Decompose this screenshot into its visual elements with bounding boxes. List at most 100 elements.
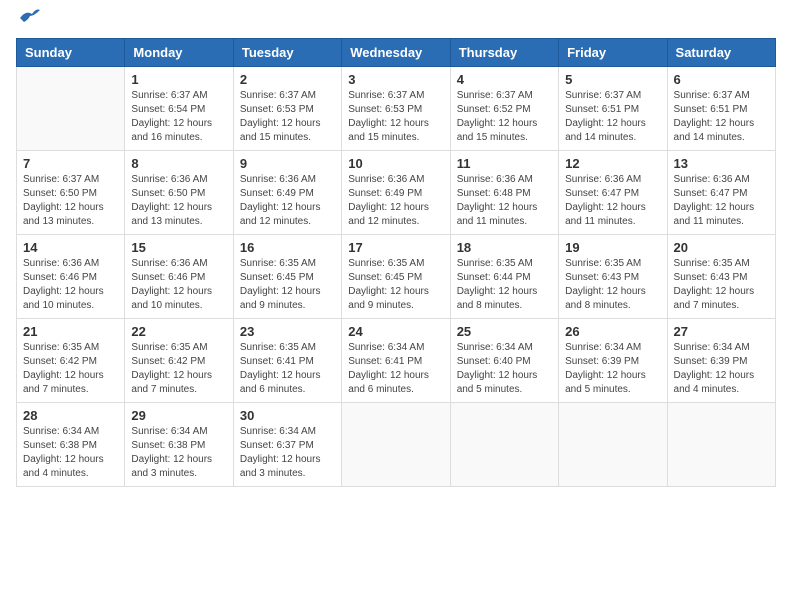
- calendar-cell: 9Sunrise: 6:36 AM Sunset: 6:49 PM Daylig…: [233, 151, 341, 235]
- calendar-week-row: 7 Sunrise: 6:37 AM Sunset: 6:50 PM Daylig…: [17, 151, 776, 235]
- day-info: Sunrise: 6:35 AM Sunset: 6:44 PM Dayligh…: [457, 257, 552, 313]
- logo-bird-icon: [18, 8, 40, 26]
- page-header: [16, 16, 776, 26]
- calendar-cell: 2Sunrise: 6:37 AM Sunset: 6:53 PM Daylig…: [233, 67, 341, 151]
- day-info: Sunrise: 6:36 AM Sunset: 6:48 PM Dayligh…: [457, 173, 552, 229]
- day-number: 19: [565, 240, 660, 255]
- day-number: 7: [23, 156, 118, 171]
- day-info: Sunrise: 6:37 AM Sunset: 6:53 PM Dayligh…: [240, 89, 335, 145]
- day-number: 6: [674, 72, 769, 87]
- day-number: 29: [131, 408, 226, 423]
- day-info: Sunrise: 6:35 AM Sunset: 6:45 PM Dayligh…: [348, 257, 443, 313]
- calendar-cell: 30 Sunrise: 6:34 AM Sunset: 6:37 PM Dayli…: [233, 403, 341, 487]
- day-number: 25: [457, 324, 552, 339]
- day-info: Sunrise: 6:34 AM Sunset: 6:38 PM Dayligh…: [131, 425, 226, 481]
- calendar-cell: 26 Sunrise: 6:34 AM Sunset: 6:39 PM Dayli…: [559, 319, 667, 403]
- calendar-header-row: SundayMondayTuesdayWednesdayThursdayFrid…: [17, 39, 776, 67]
- calendar-cell: 25Sunrise: 6:34 AM Sunset: 6:40 PM Dayli…: [450, 319, 558, 403]
- day-info: Sunrise: 6:34 AM Sunset: 6:38 PM Dayligh…: [23, 425, 118, 481]
- day-info: Sunrise: 6:35 AM Sunset: 6:42 PM Dayligh…: [131, 341, 226, 397]
- day-info: Sunrise: 6:34 AM Sunset: 6:37 PM Dayligh…: [240, 425, 335, 481]
- calendar-cell: [559, 403, 667, 487]
- calendar-cell: 19 Sunrise: 6:35 AM Sunset: 6:43 PM Dayli…: [559, 235, 667, 319]
- calendar-cell: 28 Sunrise: 6:34 AM Sunset: 6:38 PM Dayli…: [17, 403, 125, 487]
- calendar-cell: 20 Sunrise: 6:35 AM Sunset: 6:43 PM Dayli…: [667, 235, 775, 319]
- calendar-week-row: 14 Sunrise: 6:36 AM Sunset: 6:46 PM Dayli…: [17, 235, 776, 319]
- calendar-cell: [342, 403, 450, 487]
- day-number: 13: [674, 156, 769, 171]
- day-info: Sunrise: 6:35 AM Sunset: 6:43 PM Dayligh…: [674, 257, 769, 313]
- calendar-cell: [17, 67, 125, 151]
- day-number: 18: [457, 240, 552, 255]
- calendar-cell: 23 Sunrise: 6:35 AM Sunset: 6:41 PM Dayli…: [233, 319, 341, 403]
- day-info: Sunrise: 6:36 AM Sunset: 6:47 PM Dayligh…: [565, 173, 660, 229]
- day-number: 20: [674, 240, 769, 255]
- calendar-cell: 21 Sunrise: 6:35 AM Sunset: 6:42 PM Dayli…: [17, 319, 125, 403]
- calendar-cell: 1 Sunrise: 6:37 AM Sunset: 6:54 PM Daylig…: [125, 67, 233, 151]
- calendar-table: SundayMondayTuesdayWednesdayThursdayFrid…: [16, 38, 776, 487]
- calendar-header-saturday: Saturday: [667, 39, 775, 67]
- day-number: 14: [23, 240, 118, 255]
- day-info: Sunrise: 6:36 AM Sunset: 6:50 PM Dayligh…: [131, 173, 226, 229]
- day-number: 1: [131, 72, 226, 87]
- calendar-cell: 11 Sunrise: 6:36 AM Sunset: 6:48 PM Dayli…: [450, 151, 558, 235]
- calendar-cell: 15Sunrise: 6:36 AM Sunset: 6:46 PM Dayli…: [125, 235, 233, 319]
- day-info: Sunrise: 6:35 AM Sunset: 6:43 PM Dayligh…: [565, 257, 660, 313]
- calendar-cell: 14 Sunrise: 6:36 AM Sunset: 6:46 PM Dayli…: [17, 235, 125, 319]
- day-info: Sunrise: 6:37 AM Sunset: 6:52 PM Dayligh…: [457, 89, 552, 145]
- day-info: Sunrise: 6:37 AM Sunset: 6:51 PM Dayligh…: [565, 89, 660, 145]
- day-number: 21: [23, 324, 118, 339]
- calendar-cell: 29 Sunrise: 6:34 AM Sunset: 6:38 PM Dayli…: [125, 403, 233, 487]
- calendar-cell: 4 Sunrise: 6:37 AM Sunset: 6:52 PM Daylig…: [450, 67, 558, 151]
- day-number: 27: [674, 324, 769, 339]
- day-info: Sunrise: 6:37 AM Sunset: 6:54 PM Dayligh…: [131, 89, 226, 145]
- calendar-week-row: 1 Sunrise: 6:37 AM Sunset: 6:54 PM Daylig…: [17, 67, 776, 151]
- day-info: Sunrise: 6:37 AM Sunset: 6:50 PM Dayligh…: [23, 173, 118, 229]
- calendar-cell: 16Sunrise: 6:35 AM Sunset: 6:45 PM Dayli…: [233, 235, 341, 319]
- day-number: 28: [23, 408, 118, 423]
- calendar-header-thursday: Thursday: [450, 39, 558, 67]
- day-number: 8: [131, 156, 226, 171]
- calendar-cell: [667, 403, 775, 487]
- calendar-header-monday: Monday: [125, 39, 233, 67]
- calendar-cell: 17 Sunrise: 6:35 AM Sunset: 6:45 PM Dayli…: [342, 235, 450, 319]
- day-info: Sunrise: 6:36 AM Sunset: 6:47 PM Dayligh…: [674, 173, 769, 229]
- day-number: 10: [348, 156, 443, 171]
- day-number: 12: [565, 156, 660, 171]
- day-info: Sunrise: 6:36 AM Sunset: 6:46 PM Dayligh…: [23, 257, 118, 313]
- day-info: Sunrise: 6:36 AM Sunset: 6:49 PM Dayligh…: [240, 173, 335, 229]
- day-number: 5: [565, 72, 660, 87]
- day-number: 26: [565, 324, 660, 339]
- calendar-cell: 18 Sunrise: 6:35 AM Sunset: 6:44 PM Dayli…: [450, 235, 558, 319]
- calendar-cell: 12 Sunrise: 6:36 AM Sunset: 6:47 PM Dayli…: [559, 151, 667, 235]
- calendar-header-tuesday: Tuesday: [233, 39, 341, 67]
- calendar-header-wednesday: Wednesday: [342, 39, 450, 67]
- calendar-cell: [450, 403, 558, 487]
- calendar-week-row: 28 Sunrise: 6:34 AM Sunset: 6:38 PM Dayli…: [17, 403, 776, 487]
- day-number: 4: [457, 72, 552, 87]
- day-number: 3: [348, 72, 443, 87]
- day-number: 17: [348, 240, 443, 255]
- day-info: Sunrise: 6:35 AM Sunset: 6:42 PM Dayligh…: [23, 341, 118, 397]
- calendar-header-friday: Friday: [559, 39, 667, 67]
- day-info: Sunrise: 6:37 AM Sunset: 6:53 PM Dayligh…: [348, 89, 443, 145]
- day-info: Sunrise: 6:36 AM Sunset: 6:46 PM Dayligh…: [131, 257, 226, 313]
- calendar-cell: 27 Sunrise: 6:34 AM Sunset: 6:39 PM Dayli…: [667, 319, 775, 403]
- day-info: Sunrise: 6:36 AM Sunset: 6:49 PM Dayligh…: [348, 173, 443, 229]
- day-info: Sunrise: 6:34 AM Sunset: 6:41 PM Dayligh…: [348, 341, 443, 397]
- calendar-cell: 5 Sunrise: 6:37 AM Sunset: 6:51 PM Daylig…: [559, 67, 667, 151]
- calendar-header-sunday: Sunday: [17, 39, 125, 67]
- calendar-cell: 6 Sunrise: 6:37 AM Sunset: 6:51 PM Daylig…: [667, 67, 775, 151]
- day-info: Sunrise: 6:34 AM Sunset: 6:39 PM Dayligh…: [674, 341, 769, 397]
- day-number: 30: [240, 408, 335, 423]
- calendar-cell: 24Sunrise: 6:34 AM Sunset: 6:41 PM Dayli…: [342, 319, 450, 403]
- day-number: 11: [457, 156, 552, 171]
- day-number: 16: [240, 240, 335, 255]
- calendar-cell: 13 Sunrise: 6:36 AM Sunset: 6:47 PM Dayli…: [667, 151, 775, 235]
- calendar-cell: 7 Sunrise: 6:37 AM Sunset: 6:50 PM Daylig…: [17, 151, 125, 235]
- day-number: 23: [240, 324, 335, 339]
- day-info: Sunrise: 6:35 AM Sunset: 6:41 PM Dayligh…: [240, 341, 335, 397]
- calendar-cell: 10 Sunrise: 6:36 AM Sunset: 6:49 PM Dayli…: [342, 151, 450, 235]
- day-info: Sunrise: 6:34 AM Sunset: 6:39 PM Dayligh…: [565, 341, 660, 397]
- day-info: Sunrise: 6:37 AM Sunset: 6:51 PM Dayligh…: [674, 89, 769, 145]
